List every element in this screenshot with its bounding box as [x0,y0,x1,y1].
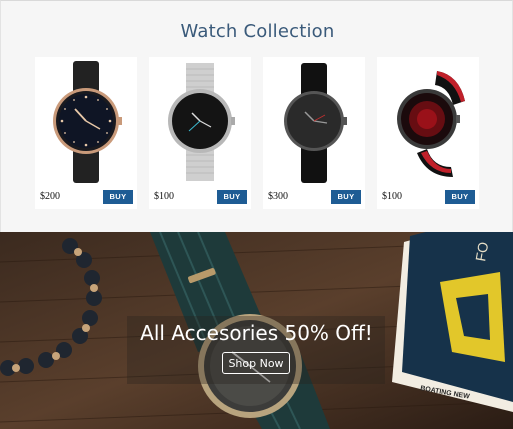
product-image[interactable] [149,57,251,185]
section-title: Watch Collection [180,21,335,42]
book-cover-letters: FO [472,240,491,262]
product-card[interactable]: $300 BUY [263,57,365,209]
shop-now-button[interactable]: Shop Now [222,352,290,374]
buy-button[interactable]: BUY [217,190,247,204]
buy-button[interactable]: BUY [331,190,361,204]
watch-collection-section: Watch Collection $200 BUY $100 BUY $300 … [0,0,513,232]
product-price: $300 [268,191,288,202]
product-price: $100 [382,191,402,202]
product-price: $200 [40,191,60,202]
product-card[interactable]: $100 BUY [377,57,479,209]
product-card[interactable]: $100 BUY [149,57,251,209]
product-card[interactable]: $200 BUY [35,57,137,209]
product-image[interactable] [377,57,479,185]
banner-headline: All Accesories 50% Off! [140,321,373,345]
product-image[interactable] [263,57,365,185]
buy-button[interactable]: BUY [103,190,133,204]
product-image[interactable] [35,57,137,185]
product-price: $100 [154,191,174,202]
buy-button[interactable]: BUY [445,190,475,204]
promo-banner: FO BOATING NEW All Accesories 50% Off! S… [0,232,513,429]
